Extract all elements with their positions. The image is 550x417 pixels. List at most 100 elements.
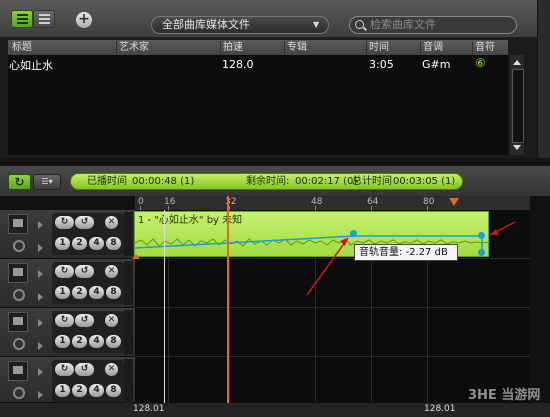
expand-arrow-icon[interactable] <box>38 244 43 252</box>
track-list-scrollbar[interactable] <box>510 55 524 155</box>
volume-keyframe[interactable] <box>478 249 485 256</box>
cell-time: 3:05 <box>369 58 394 71</box>
loop-4-button[interactable]: 4 <box>89 286 104 299</box>
col-time[interactable]: 时间 <box>366 41 389 55</box>
track-row-scroll[interactable] <box>124 261 133 305</box>
loop-1-button[interactable]: 1 <box>55 384 70 397</box>
loop-8-button[interactable]: 8 <box>106 335 121 348</box>
clip-start-marker[interactable] <box>132 254 140 259</box>
ruler-marker-icon[interactable] <box>449 198 459 206</box>
view-list-button[interactable] <box>11 10 33 28</box>
column-header-row: 标题 艺术家 拍速 专辑 时间 音调 音符 <box>8 40 508 55</box>
col-title[interactable]: 标题 <box>10 41 32 55</box>
scroll-thumb[interactable] <box>512 69 524 143</box>
loop-8-button[interactable]: 8 <box>106 384 121 397</box>
loop-1-button[interactable]: 1 <box>55 237 70 250</box>
loop-4-button[interactable]: 4 <box>89 237 104 250</box>
loop-in-button[interactable]: ↻ <box>55 363 74 376</box>
ruler-label: 80 <box>423 197 435 207</box>
cell-key: G#m <box>422 58 451 71</box>
site-watermark: 3HE 当游网 <box>468 388 541 403</box>
ruler-label: 48 <box>311 197 323 207</box>
playhead[interactable] <box>227 196 229 417</box>
table-row[interactable]: 心如止水 128.0 3:05 G#m ⑥ <box>8 55 508 72</box>
loop-out-button[interactable]: ↺ <box>75 216 94 229</box>
volume-tooltip: 音轨音量: -2.27 dB <box>354 244 458 261</box>
close-track-button[interactable]: ✕ <box>105 363 118 376</box>
track-row-2[interactable]: ↻ ↺ ✕ 1 2 4 8 <box>0 259 135 308</box>
track-row-4[interactable]: ↻ ↺ ✕ 1 2 4 8 <box>0 357 135 403</box>
loop-in-button[interactable]: ↻ <box>55 216 74 229</box>
track-list[interactable]: 心如止水 128.0 3:05 G#m ⑥ <box>8 55 508 155</box>
media-source-select[interactable]: 全部曲库媒体文件 ▼ <box>151 16 329 34</box>
loop-4-button[interactable]: 4 <box>89 384 104 397</box>
timeline-bottom-bar[interactable]: 128.01 128.01 <box>0 403 550 417</box>
loop-4-button[interactable]: 4 <box>89 335 104 348</box>
track-row-3[interactable]: ↻ ↺ ✕ 1 2 4 8 <box>0 308 135 357</box>
search-icon <box>355 20 364 29</box>
expand-arrow-icon[interactable] <box>38 221 43 229</box>
col-artist[interactable]: 艺术家 <box>116 41 149 55</box>
close-track-button[interactable]: ✕ <box>105 314 118 327</box>
loop-8-button[interactable]: 8 <box>106 237 121 250</box>
track-gear-icon[interactable] <box>13 240 25 252</box>
bpm-left: 128.01 <box>133 404 165 414</box>
loop-out-button[interactable]: ↺ <box>75 314 94 327</box>
close-track-button[interactable]: ✕ <box>105 216 118 229</box>
list-icon <box>17 14 28 16</box>
track-fx-icon[interactable] <box>8 312 28 332</box>
scroll-down-icon[interactable] <box>513 145 521 150</box>
track-controls: ↻ ↺ ✕ 1 2 4 8 <box>52 311 124 353</box>
track-gear-icon[interactable] <box>13 338 25 350</box>
loop-2-button[interactable]: 2 <box>72 286 87 299</box>
col-note[interactable]: 音符 <box>472 41 495 55</box>
track-gear-icon[interactable] <box>13 289 25 301</box>
expand-arrow-icon[interactable] <box>38 342 43 350</box>
col-album[interactable]: 专辑 <box>284 41 307 55</box>
remaining-label: 剩余时间: <box>246 176 290 187</box>
timeline-ruler[interactable]: 0 16 32 48 64 80 <box>135 196 530 210</box>
track-controls: ↻ ↺ ✕ 1 2 4 8 <box>52 213 124 255</box>
view-menu-button[interactable]: ☰▾ <box>33 174 61 190</box>
track-fx-icon[interactable] <box>8 361 28 381</box>
loop-out-button[interactable]: ↺ <box>75 363 94 376</box>
track-row-scroll[interactable] <box>124 310 133 354</box>
track-gear-icon[interactable] <box>13 387 25 399</box>
expand-arrow-icon[interactable] <box>38 368 43 376</box>
scroll-up-icon[interactable] <box>513 60 521 65</box>
expand-arrow-icon[interactable] <box>38 391 43 399</box>
ruler-label: 16 <box>164 197 176 207</box>
loop-in-button[interactable]: ↻ <box>55 265 74 278</box>
loop-8-button[interactable]: 8 <box>106 286 121 299</box>
view-compact-button[interactable] <box>33 10 55 28</box>
add-button[interactable]: + <box>76 12 92 28</box>
loop-1-button[interactable]: 1 <box>55 286 70 299</box>
track-fx-icon[interactable] <box>8 263 28 283</box>
loop-1-button[interactable]: 1 <box>55 335 70 348</box>
volume-keyframe[interactable] <box>350 230 357 237</box>
right-side-panel-edge <box>537 0 550 160</box>
loop-2-button[interactable]: 2 <box>72 384 87 397</box>
track-row-scroll[interactable] <box>124 212 133 256</box>
track-fx-icon[interactable] <box>8 214 28 234</box>
track-row-1[interactable]: ↻ ↺ ✕ 1 2 4 8 <box>0 210 135 259</box>
loop-out-button[interactable]: ↺ <box>75 265 94 278</box>
expand-arrow-icon[interactable] <box>38 293 43 301</box>
loop-in-button[interactable]: ↻ <box>55 314 74 327</box>
track-controls: ↻ ↺ ✕ 1 2 4 8 <box>52 262 124 304</box>
loop-2-button[interactable]: 2 <box>72 237 87 250</box>
expand-arrow-icon[interactable] <box>38 319 43 327</box>
panel-splitter[interactable] <box>0 158 550 166</box>
time-status-bar: 已播时间 00:00:48 (1) 剩余时间: 00:02:17 (0) 总计时… <box>70 173 463 190</box>
total-label: 总计时间 <box>352 176 392 187</box>
loop-button[interactable]: ↻ <box>8 174 31 190</box>
close-track-button[interactable]: ✕ <box>105 265 118 278</box>
col-tempo[interactable]: 拍速 <box>220 41 243 55</box>
search-input[interactable]: 检索曲库文件 <box>349 16 517 34</box>
expand-arrow-icon[interactable] <box>38 270 43 278</box>
track-row-scroll[interactable] <box>124 359 133 403</box>
col-key[interactable]: 音调 <box>420 41 443 55</box>
remaining-value: 00:02:17 (0) <box>295 176 358 187</box>
loop-2-button[interactable]: 2 <box>72 335 87 348</box>
volume-keyframe[interactable] <box>478 232 485 239</box>
